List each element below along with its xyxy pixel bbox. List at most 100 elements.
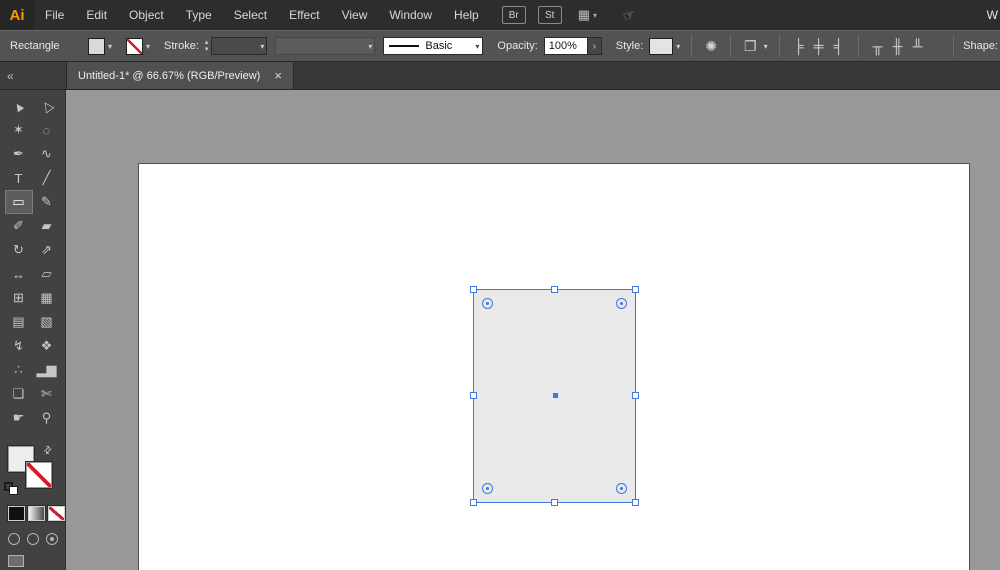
stroke-weight-stepper[interactable]: ▴ ▾ (205, 39, 209, 53)
horizontal-align-center-button[interactable]: ╪ (809, 38, 829, 54)
stroke-color-swatch[interactable] (126, 37, 144, 55)
touch-workspace-icon[interactable]: ☞ (621, 5, 639, 25)
shape-builder-tool[interactable]: ⊞ (5, 286, 33, 310)
collapse-toolbar-button[interactable]: « (0, 62, 66, 89)
selection-handle-w[interactable] (470, 392, 477, 399)
corner-widget-nw[interactable] (482, 298, 493, 309)
default-fill-mini-swatch[interactable] (9, 486, 18, 495)
separator (857, 35, 859, 57)
zoom-tool[interactable]: ⚲ (33, 406, 61, 430)
width-profile-select[interactable]: ▾ (275, 37, 376, 55)
menu-view[interactable]: View (331, 0, 379, 30)
corner-widget-se[interactable] (616, 483, 627, 494)
draw-behind-icon[interactable] (27, 533, 39, 545)
selection-handle-e[interactable] (632, 392, 639, 399)
brush-definition-select[interactable]: Basic ▾ (383, 37, 484, 55)
menu-effect[interactable]: Effect (278, 0, 330, 30)
fill-color-swatch[interactable] (88, 37, 105, 55)
menu-type[interactable]: Type (175, 0, 223, 30)
menu-help[interactable]: Help (443, 0, 490, 30)
pen-tool[interactable]: ✒ (5, 142, 33, 166)
perspective-grid-tool[interactable]: ▦ (33, 286, 61, 310)
menu-file[interactable]: File (34, 0, 75, 30)
eraser-tool[interactable]: ▰ (33, 214, 61, 238)
symbol-sprayer-tool[interactable]: ∴ (5, 358, 33, 382)
selected-rectangle[interactable] (470, 286, 639, 506)
opacity-options-button[interactable]: › (587, 37, 602, 55)
stepper-up-icon[interactable]: ▴ (205, 39, 209, 46)
selection-tool[interactable]: ▲ (5, 94, 33, 118)
shaper-icon: ✐ (13, 218, 24, 233)
horizontal-align-left-button[interactable]: ╞ (789, 38, 809, 54)
slice-tool[interactable]: ✄ (33, 382, 61, 406)
color-button[interactable] (7, 505, 26, 522)
magic-wand-tool[interactable]: ✶ (5, 118, 33, 142)
selection-handle-sw[interactable] (470, 499, 477, 506)
menu-object[interactable]: Object (118, 0, 175, 30)
close-tab-icon[interactable]: × (274, 69, 282, 82)
vertical-align-top-button[interactable]: ╥ (868, 38, 888, 54)
select-similar-button[interactable]: ❐ (744, 38, 757, 55)
corner-widget-ne[interactable] (616, 298, 627, 309)
swap-fill-stroke-icon[interactable]: ⇄ (41, 444, 55, 458)
hand-tool[interactable]: ☛ (5, 406, 33, 430)
none-button[interactable] (47, 505, 65, 522)
gradient-button[interactable] (27, 505, 46, 522)
opacity-input[interactable] (543, 37, 588, 55)
type-tool[interactable]: T (5, 166, 33, 190)
screen-mode-icon[interactable] (8, 555, 24, 567)
selection-handle-nw[interactable] (470, 286, 477, 293)
stroke-chevron-icon[interactable]: ▾ (146, 42, 150, 51)
stroke-label: Stroke: (164, 40, 199, 52)
vertical-align-bottom-button[interactable]: ╨ (908, 38, 928, 54)
horizontal-align-right-button[interactable]: ╡ (829, 38, 849, 54)
rotate-tool[interactable]: ↻ (5, 238, 33, 262)
stock-button[interactable]: St (537, 6, 562, 24)
column-graph-tool[interactable]: ▂▆ (33, 358, 61, 382)
stroke-weight-select[interactable]: ▾ (211, 37, 268, 55)
draw-inside-icon[interactable] (46, 533, 58, 545)
center-point[interactable] (552, 393, 558, 398)
pasteboard[interactable] (66, 90, 1000, 570)
artboard-tool[interactable]: ❏ (5, 382, 33, 406)
rectangle-tool[interactable]: ▭ (4, 190, 33, 214)
vertical-align-center-button[interactable]: ╫ (888, 38, 908, 54)
gradient-tool[interactable]: ▧ (33, 310, 61, 334)
select-similar-chevron-icon[interactable]: ▾ (764, 42, 768, 51)
blend-tool[interactable]: ❖ (33, 334, 61, 358)
lasso-tool[interactable]: ◌ (33, 118, 61, 142)
paintbrush-tool[interactable]: ✎ (33, 190, 61, 214)
document-tab-bar: « Untitled-1* @ 66.67% (RGB/Preview) × (0, 62, 1000, 90)
menu-select[interactable]: Select (223, 0, 278, 30)
style-label: Style: (615, 40, 644, 52)
menu-edit[interactable]: Edit (75, 0, 118, 30)
eyedropper-tool[interactable]: ↯ (5, 334, 33, 358)
workspace-switcher-label[interactable]: W (987, 8, 1000, 22)
document-tab[interactable]: Untitled-1* @ 66.67% (RGB/Preview) × (66, 62, 294, 89)
selection-handle-se[interactable] (632, 499, 639, 506)
selection-handle-n[interactable] (550, 286, 558, 293)
mesh-tool[interactable]: ▤ (5, 310, 33, 334)
graphic-style-swatch[interactable] (649, 37, 674, 55)
free-transform-tool[interactable]: ▱ (33, 262, 61, 286)
chevron-down-icon: ▾ (593, 10, 598, 20)
selection-handle-ne[interactable] (632, 286, 639, 293)
fill-chevron-icon[interactable]: ▾ (108, 42, 112, 51)
arrange-documents-button[interactable]: ▦ ▾ (578, 7, 597, 23)
width-tool[interactable]: ↔ (5, 262, 33, 286)
corner-widget-sw[interactable] (482, 483, 493, 494)
curvature-tool[interactable]: ∿ (33, 142, 61, 166)
direct-selection-tool[interactable]: △ (33, 94, 61, 118)
zoom-icon: ⚲ (41, 410, 52, 425)
line-segment-tool[interactable]: ╱ (33, 166, 61, 190)
recolor-artwork-button[interactable]: ✺ (705, 38, 717, 55)
stroke-color-indicator[interactable] (25, 461, 53, 489)
bridge-button[interactable]: Br (501, 6, 526, 24)
shaper-tool[interactable]: ✐ (5, 214, 33, 238)
draw-normal-icon[interactable] (8, 533, 20, 545)
style-chevron-icon[interactable]: ▾ (676, 42, 680, 51)
menu-window[interactable]: Window (378, 0, 443, 30)
scale-tool[interactable]: ⇗ (33, 238, 61, 262)
selection-handle-s[interactable] (550, 499, 558, 506)
stepper-down-icon[interactable]: ▾ (205, 46, 209, 53)
